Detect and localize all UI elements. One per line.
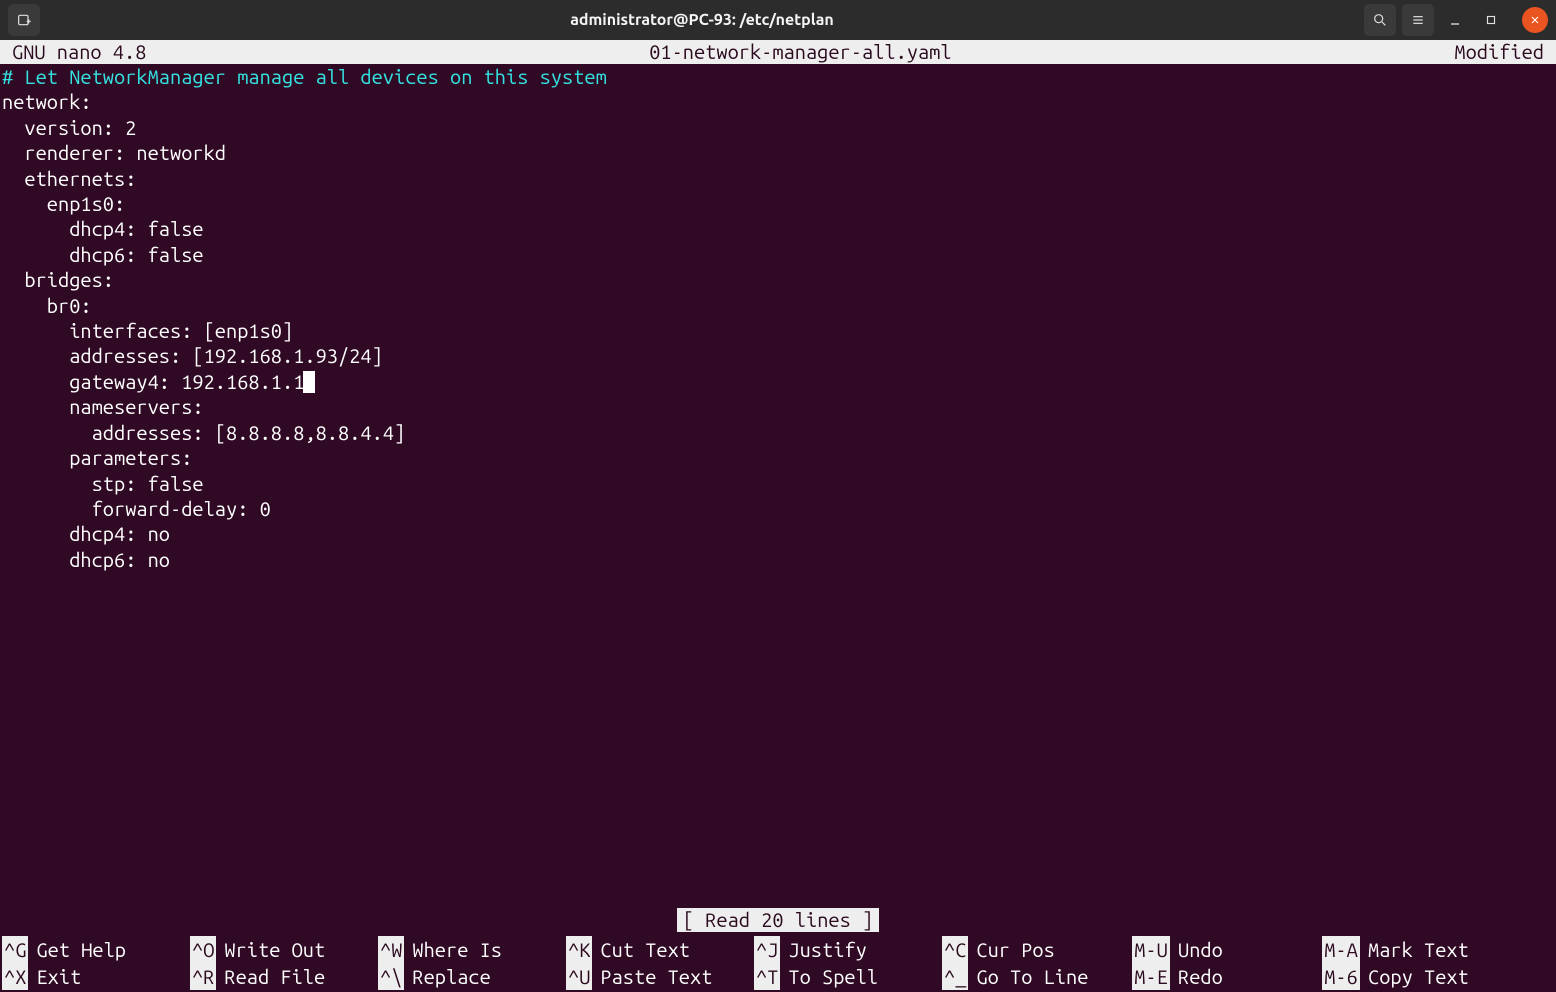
shortcut-item: ^_ Go To Line xyxy=(942,963,1132,990)
editor-line: parameters: xyxy=(2,445,1554,470)
close-button[interactable] xyxy=(1522,7,1548,33)
shortcut-item: ^C Cur Pos xyxy=(942,936,1132,963)
shortcut-item: ^U Paste Text xyxy=(566,963,754,990)
shortcut-label: Undo xyxy=(1178,936,1223,963)
shortcut-label: To Spell xyxy=(788,963,878,990)
shortcut-item: ^R Read File xyxy=(190,963,378,990)
shortcut-label: Write Out xyxy=(224,936,325,963)
shortcut-item: ^O Write Out xyxy=(190,936,378,963)
shortcut-key: M-6 xyxy=(1322,963,1360,990)
shortcut-item: ^X Exit xyxy=(2,963,190,990)
shortcut-key: ^W xyxy=(378,936,404,963)
editor-line: renderer: networkd xyxy=(2,140,1554,165)
shortcut-label: Cut Text xyxy=(600,936,690,963)
shortcut-key: ^O xyxy=(190,936,216,963)
editor-line: bridges: xyxy=(2,267,1554,292)
nano-header: GNU nano 4.8 01-network-manager-all.yaml… xyxy=(0,40,1556,64)
shortcut-key: ^\ xyxy=(378,963,404,990)
shortcut-label: Paste Text xyxy=(600,963,712,990)
shortcut-item: ^T To Spell xyxy=(754,963,942,990)
shortcut-key: ^R xyxy=(190,963,216,990)
editor-line: dhcp4: false xyxy=(2,216,1554,241)
shortcut-key: ^C xyxy=(942,936,968,963)
editor-line: forward-delay: 0 xyxy=(2,496,1554,521)
editor-line: addresses: [192.168.1.93/24] xyxy=(2,343,1554,368)
shortcut-label: Where Is xyxy=(412,936,502,963)
search-button[interactable] xyxy=(1364,4,1396,36)
shortcut-item: ^G Get Help xyxy=(2,936,190,963)
editor-line: ethernets: xyxy=(2,166,1554,191)
shortcut-key: M-U xyxy=(1132,936,1170,963)
shortcut-key: ^G xyxy=(2,936,28,963)
shortcut-label: Mark Text xyxy=(1368,936,1469,963)
shortcut-label: Read File xyxy=(224,963,325,990)
editor-line: enp1s0: xyxy=(2,191,1554,216)
shortcut-key: ^T xyxy=(754,963,780,990)
nano-shortcut-bar: ^G Get Help ^O Write Out ^W Where Is ^K Cut Tex… xyxy=(0,936,1556,992)
shortcut-item: M-6 Copy Text xyxy=(1322,963,1510,990)
nano-status-text: [ Read 20 lines ] xyxy=(677,908,879,932)
shortcut-item: M-U Undo xyxy=(1132,936,1322,963)
shortcut-label: Go To Line xyxy=(976,963,1088,990)
nano-editor[interactable]: # Let NetworkManager manage all devices … xyxy=(0,64,1556,572)
nano-modified: Modified xyxy=(1454,40,1554,64)
nano-status-line: [ Read 20 lines ] xyxy=(0,908,1556,932)
editor-line: stp: false xyxy=(2,471,1554,496)
text-cursor xyxy=(303,371,315,393)
shortcut-label: Replace xyxy=(412,963,490,990)
shortcut-label: Justify xyxy=(788,936,866,963)
shortcut-item: ^K Cut Text xyxy=(566,936,754,963)
shortcut-item: ^\ Replace xyxy=(378,963,566,990)
editor-comment-line: # Let NetworkManager manage all devices … xyxy=(2,64,1554,89)
editor-line: dhcp4: no xyxy=(2,521,1554,546)
editor-line: dhcp6: false xyxy=(2,242,1554,267)
editor-line: br0: xyxy=(2,293,1554,318)
editor-line: addresses: [8.8.8.8,8.8.4.4] xyxy=(2,420,1554,445)
editor-line: interfaces: [enp1s0] xyxy=(2,318,1554,343)
nano-filename: 01-network-manager-all.yaml xyxy=(146,40,1454,64)
shortcut-key: ^_ xyxy=(942,963,968,990)
shortcut-key: ^J xyxy=(754,936,780,963)
menu-button[interactable] xyxy=(1402,4,1434,36)
shortcut-item: ^J Justify xyxy=(754,936,942,963)
shortcut-item: ^W Where Is xyxy=(378,936,566,963)
window-title: administrator@PC-93: /etc/netplan xyxy=(40,11,1364,29)
editor-line: nameservers: xyxy=(2,394,1554,419)
new-tab-button[interactable] xyxy=(8,4,40,36)
shortcut-label: Redo xyxy=(1178,963,1223,990)
editor-line: network: xyxy=(2,89,1554,114)
minimize-button[interactable] xyxy=(1440,5,1470,35)
shortcut-key: ^X xyxy=(2,963,28,990)
maximize-button[interactable] xyxy=(1476,5,1506,35)
editor-line: dhcp6: no xyxy=(2,547,1554,572)
nano-app-label: GNU nano 4.8 xyxy=(2,40,146,64)
shortcut-key: ^U xyxy=(566,963,592,990)
shortcut-item: M-A Mark Text xyxy=(1322,936,1510,963)
shortcut-key: M-A xyxy=(1322,936,1360,963)
shortcut-label: Cur Pos xyxy=(976,936,1054,963)
shortcut-label: Copy Text xyxy=(1368,963,1469,990)
window-titlebar: administrator@PC-93: /etc/netplan xyxy=(0,0,1556,40)
editor-line: gateway4: 192.168.1.1 xyxy=(2,369,1554,394)
shortcut-key: ^K xyxy=(566,936,592,963)
shortcut-label: Get Help xyxy=(36,936,126,963)
shortcut-label: Exit xyxy=(36,963,81,990)
editor-line: version: 2 xyxy=(2,115,1554,140)
shortcut-item: M-E Redo xyxy=(1132,963,1322,990)
shortcut-key: M-E xyxy=(1132,963,1170,990)
